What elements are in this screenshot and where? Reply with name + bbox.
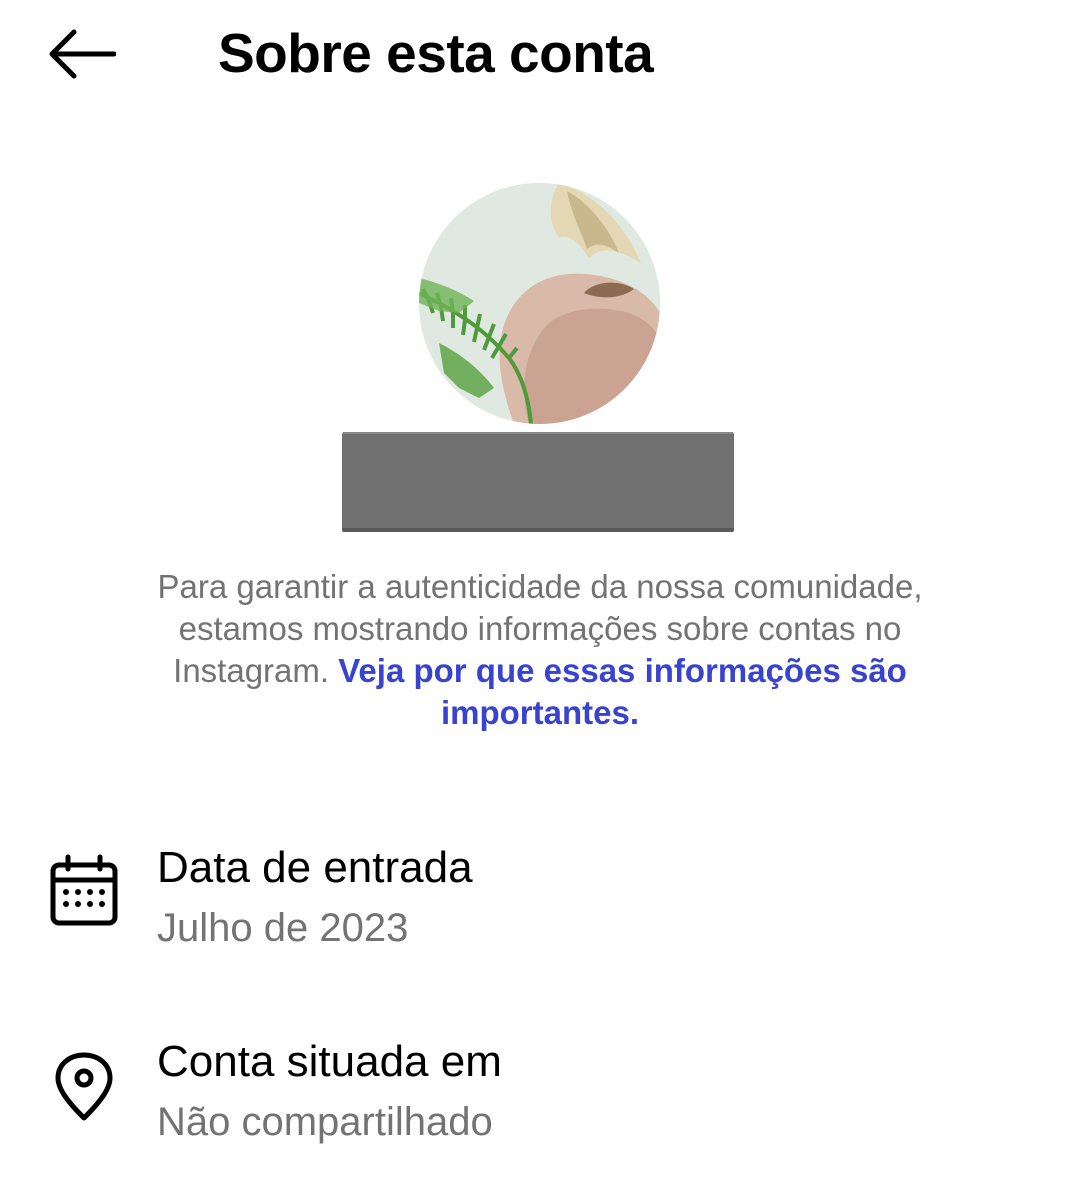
arrow-left-icon bbox=[49, 29, 116, 79]
about-account-screen: Sobre esta conta Para garantir a autenti… bbox=[0, 0, 1080, 1181]
learn-why-link[interactable]: Veja por que essas informações são impor… bbox=[338, 652, 907, 731]
page-title: Sobre esta conta bbox=[218, 22, 654, 84]
account-location-label: Conta situada em bbox=[157, 1037, 502, 1086]
redacted-username bbox=[342, 432, 734, 532]
join-date-row: Data de entrada Julho de 2023 bbox=[0, 838, 1080, 958]
avatar bbox=[419, 183, 660, 424]
account-location-row: Conta situada em Não compartilhado bbox=[0, 1034, 1080, 1154]
location-pin-icon bbox=[55, 1052, 113, 1121]
back-button[interactable] bbox=[44, 22, 124, 86]
authenticity-description: Para garantir a autenticidade da nossa c… bbox=[100, 566, 980, 734]
calendar-icon bbox=[50, 854, 118, 926]
profile-photo bbox=[419, 183, 660, 424]
join-date-value: Julho de 2023 bbox=[157, 906, 409, 950]
join-date-label: Data de entrada bbox=[157, 843, 473, 892]
account-location-value: Não compartilhado bbox=[157, 1100, 493, 1144]
